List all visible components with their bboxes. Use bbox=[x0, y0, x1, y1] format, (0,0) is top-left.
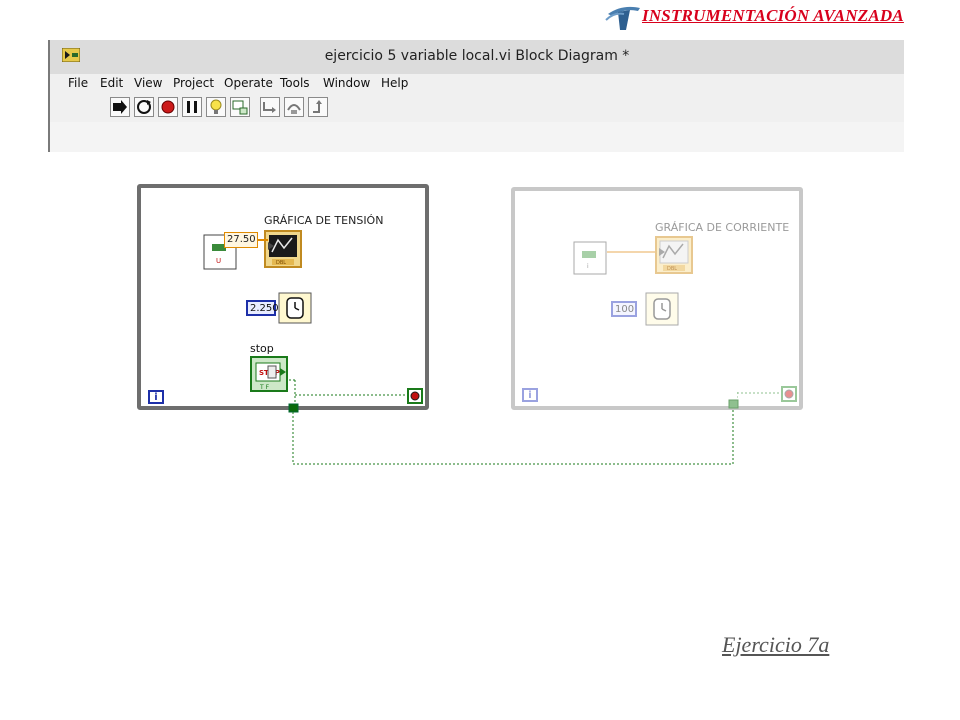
loop-condition-icon[interactable] bbox=[781, 386, 797, 402]
iteration-terminal: i bbox=[148, 390, 164, 404]
highlight-execution-icon[interactable] bbox=[206, 97, 226, 117]
title-bar: ejercicio 5 variable local.vi Block Diag… bbox=[50, 40, 904, 74]
wait-time-constant[interactable]: 100 bbox=[611, 301, 637, 317]
step-out-icon[interactable] bbox=[308, 97, 328, 117]
menu-view[interactable]: View bbox=[134, 76, 162, 90]
menu-file[interactable]: File bbox=[68, 76, 88, 90]
value-indicator[interactable]: 27.50 bbox=[224, 232, 258, 248]
abort-icon[interactable] bbox=[158, 97, 178, 117]
while-loop-current[interactable]: GRÁFICA DE CORRIENTE i DBL 100 i bbox=[511, 187, 803, 410]
faculty-logo-icon bbox=[605, 6, 640, 30]
exercise-caption: Ejercicio 7a bbox=[722, 632, 830, 657]
graph-label-current: GRÁFICA DE CORRIENTE bbox=[655, 221, 790, 234]
block-diagram-window: ejercicio 5 variable local.vi Block Diag… bbox=[48, 40, 904, 152]
svg-text:DBL: DBL bbox=[276, 260, 286, 266]
menu-window[interactable]: Window bbox=[323, 76, 370, 90]
wait-time-constant[interactable]: 2.250 bbox=[246, 300, 279, 316]
wait-timer-icon[interactable] bbox=[645, 292, 679, 326]
toolbar-area bbox=[50, 122, 904, 152]
local-variable-wire bbox=[288, 399, 739, 465]
svg-text:DBL: DBL bbox=[667, 266, 677, 272]
menu-edit[interactable]: Edit bbox=[100, 76, 123, 90]
graph-label-tension: GRÁFICA DE TENSIÓN bbox=[264, 214, 384, 227]
run-arrow-icon[interactable] bbox=[110, 97, 130, 117]
window-title: ejercicio 5 variable local.vi Block Diag… bbox=[324, 48, 630, 64]
menu-help[interactable]: Help bbox=[381, 76, 408, 90]
brand-title: INSTRUMENTACIÓN AVANZADA bbox=[642, 6, 904, 25]
run-continuously-icon[interactable] bbox=[134, 97, 154, 117]
stop-button-icon[interactable]: STOP T F bbox=[250, 356, 290, 394]
wire bbox=[607, 251, 655, 253]
wire bbox=[258, 239, 268, 241]
menu-bar: File Edit View Project Operate Tools Win… bbox=[50, 74, 904, 94]
toolbar bbox=[50, 94, 904, 122]
daq-input-node-icon[interactable]: i bbox=[573, 241, 607, 275]
wait-timer-icon[interactable] bbox=[278, 292, 312, 324]
pause-icon[interactable] bbox=[182, 97, 202, 117]
retain-wire-values-icon[interactable] bbox=[230, 97, 250, 117]
stop-wire bbox=[737, 391, 783, 398]
waveform-chart-icon[interactable]: DBL bbox=[264, 230, 302, 268]
svg-text:U: U bbox=[216, 257, 221, 265]
step-over-icon[interactable] bbox=[284, 97, 304, 117]
while-loop-tension[interactable]: GRÁFICA DE TENSIÓN U 27.50 DBL 2.250 sto… bbox=[137, 184, 429, 410]
menu-tools[interactable]: Tools bbox=[280, 76, 310, 90]
menu-operate[interactable]: Operate bbox=[224, 76, 273, 90]
waveform-chart-icon[interactable]: DBL bbox=[655, 236, 693, 274]
svg-text:T F: T F bbox=[259, 384, 270, 391]
step-into-icon[interactable] bbox=[260, 97, 280, 117]
stop-label: stop bbox=[250, 342, 274, 355]
menu-project[interactable]: Project bbox=[173, 76, 214, 90]
